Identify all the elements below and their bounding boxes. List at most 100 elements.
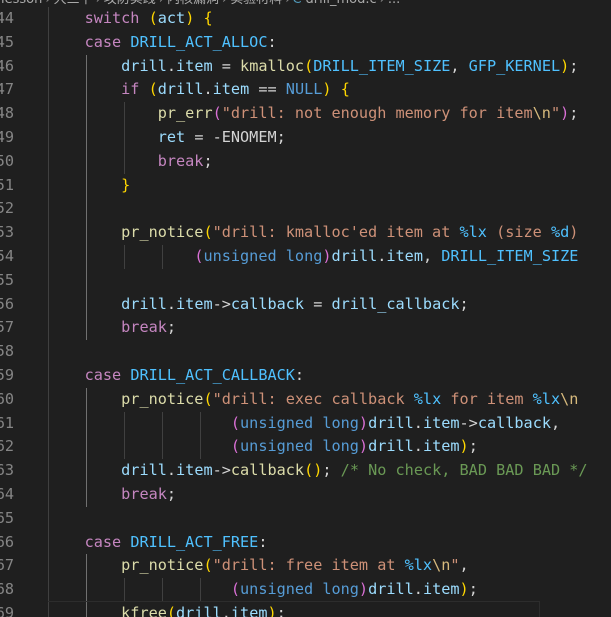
code-line[interactable]: 45 case DRILL_ACT_ALLOC: <box>0 30 611 55</box>
code-token: DRILL_ITEM_SIZE <box>441 246 579 265</box>
breadcrumb-item[interactable]: 大三下 <box>53 0 94 7</box>
code-token: item <box>176 294 213 313</box>
line-text: (unsigned long)drill.item); <box>48 435 478 459</box>
code-token: ; <box>166 484 177 503</box>
code-line[interactable]: 65 <box>0 506 611 531</box>
code-token: kmalloc <box>240 56 305 75</box>
code-line[interactable]: 58 <box>0 340 611 364</box>
breadcrumb-item[interactable]: 实验材料 <box>229 0 283 7</box>
line-text: (unsigned long)drill.item); <box>48 578 478 602</box>
code-token: unsigned <box>240 413 314 432</box>
code-token: /* No check, BAD BAD BAD */ <box>340 461 588 480</box>
code-line[interactable]: 68 (unsigned long)drill.item); <box>0 578 611 602</box>
code-line[interactable]: 50 break; <box>0 149 611 174</box>
code-line[interactable]: 53 pr_notice("drill: kmalloc'ed item at … <box>0 221 611 245</box>
code-token: == <box>249 80 286 99</box>
line-number: 45 <box>0 32 14 51</box>
code-token: ( <box>304 56 314 75</box>
code-editor[interactable]: lesson›大三下›攻防实践›内核漏洞›实验材料›Cdrill_mod.c›.… <box>0 0 611 617</box>
code-line[interactable]: 57 break; <box>0 316 611 341</box>
breadcrumb-separator-icon: › <box>222 0 227 7</box>
code-token: ; <box>203 151 213 170</box>
line-number: 68 <box>0 580 14 599</box>
breadcrumb-item[interactable]: ... <box>387 0 401 7</box>
breadcrumb-separator-icon: › <box>380 0 385 7</box>
breadcrumb-item[interactable]: lesson <box>0 0 43 7</box>
line-text: pr_notice("drill: free item at %lx\n", <box>48 554 469 578</box>
code-token: ) <box>459 437 469 456</box>
code-line[interactable]: 44 switch (act) { <box>0 7 611 31</box>
breadcrumb-item[interactable]: 攻防实践 <box>103 0 157 7</box>
code-token: ; <box>468 437 478 456</box>
code-line[interactable]: 60 pr_notice("drill: exec callback %lx f… <box>0 387 611 412</box>
code-line[interactable]: 62 (unsigned long)drill.item); <box>0 435 611 460</box>
line-number: 67 <box>0 556 14 575</box>
code-token: { <box>203 9 213 27</box>
code-token: \n <box>560 389 579 408</box>
code-line[interactable]: 48 pr_err("drill: not enough memory for … <box>0 102 611 126</box>
code-token: ) <box>322 246 332 265</box>
code-line[interactable]: 54 (unsigned long)drill.item, DRILL_ITEM… <box>0 244 611 269</box>
line-number: 49 <box>0 127 14 146</box>
line-text: drill.item->callback(); /* No check, BAD… <box>48 459 588 483</box>
line-text: case DRILL_ACT_CALLBACK: <box>48 364 304 388</box>
indent-guide <box>48 340 49 364</box>
code-line[interactable]: 47 if (drill.item == NULL) { <box>0 78 611 103</box>
code-line[interactable]: 56 drill.item->callback = drill_callback… <box>0 292 611 317</box>
code-line[interactable]: 66 case DRILL_ACT_FREE: <box>0 530 611 555</box>
breadcrumb-item[interactable]: 内核漏洞 <box>166 0 220 7</box>
code-line[interactable]: 49 ret = -ENOMEM; <box>0 125 611 150</box>
code-token: switch <box>84 9 140 27</box>
code-line[interactable]: 69 kfree(drill.item); <box>0 600 611 617</box>
vertical-scrollbar[interactable] <box>603 0 611 617</box>
code-token: , <box>422 246 442 265</box>
line-number: 65 <box>0 508 14 527</box>
code-token: %d <box>550 223 570 242</box>
breadcrumb-item[interactable]: drill_mod.c <box>305 0 378 7</box>
code-line[interactable]: 59 case DRILL_ACT_CALLBACK: <box>0 363 611 388</box>
code-token: item <box>422 580 460 599</box>
code-token: ( <box>203 389 213 408</box>
code-line[interactable]: 63 drill.item->callback(); /* No check, … <box>0 459 611 483</box>
code-line[interactable]: 67 pr_notice("drill: free item at %lx\n"… <box>0 554 611 579</box>
code-token: callback <box>477 413 551 432</box>
code-token: %lx <box>532 389 561 408</box>
code-token: ( <box>304 461 314 480</box>
line-number: 59 <box>0 365 14 384</box>
code-token: { <box>340 80 350 99</box>
code-token: ( <box>148 80 158 99</box>
code-token: DRILL_ITEM_SIZE <box>313 56 451 75</box>
line-number: 60 <box>0 389 14 408</box>
code-area[interactable]: 44 switch (act) {45 case DRILL_ACT_ALLOC… <box>0 7 611 617</box>
breadcrumb-separator-icon: › <box>45 0 50 7</box>
code-token: drill <box>368 413 414 432</box>
code-token: ( <box>203 556 213 575</box>
code-token: \n <box>432 556 451 575</box>
breadcrumb-separator-icon: › <box>285 0 290 7</box>
line-text: pr_err("drill: not enough memory for ite… <box>48 102 579 126</box>
code-line[interactable]: 64 break; <box>0 482 611 507</box>
code-token: drill <box>157 80 204 99</box>
code-line[interactable]: 51 } <box>0 173 611 198</box>
code-line[interactable]: 52 <box>0 197 611 222</box>
code-token: drill <box>121 461 167 480</box>
code-token: , <box>450 56 469 75</box>
code-line[interactable]: 55 <box>0 268 611 293</box>
code-token: case <box>84 365 122 384</box>
code-token: ; <box>276 603 286 617</box>
code-token: (size <box>486 223 551 242</box>
code-line[interactable]: 61 (unsigned long)drill.item->callback, <box>0 411 611 436</box>
code-line[interactable]: 46 drill.item = kmalloc(DRILL_ITEM_SIZE,… <box>0 54 611 79</box>
scrollbar-thumb[interactable] <box>603 40 611 150</box>
